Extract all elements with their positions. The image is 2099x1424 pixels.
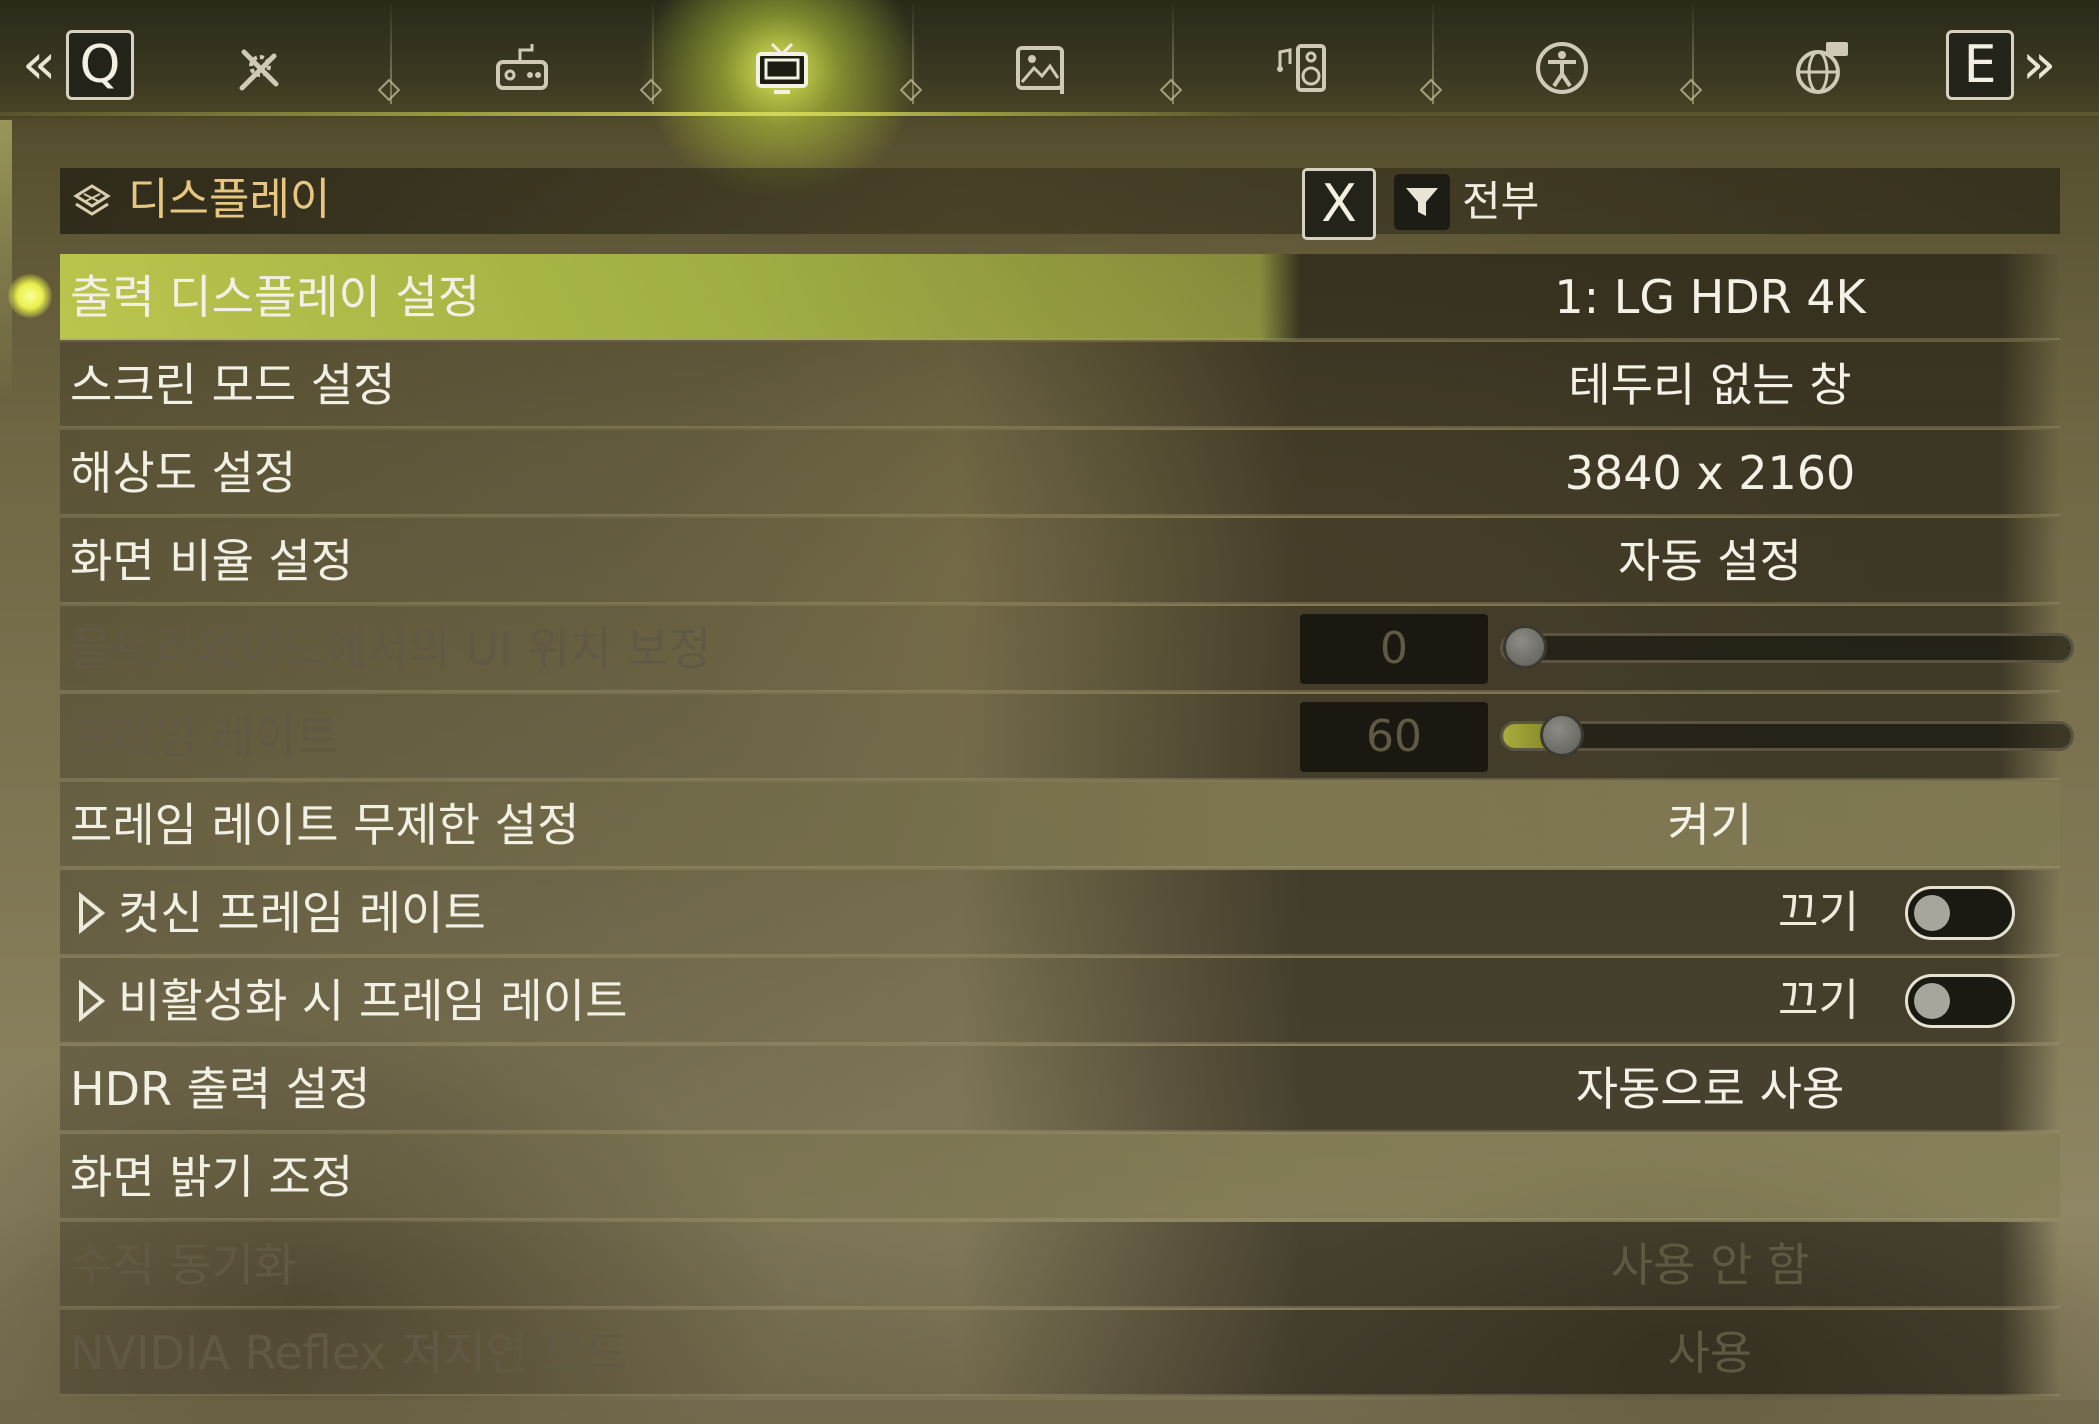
setting-label: HDR 출력 설정 — [70, 1062, 371, 1116]
setting-row-cutscene-frame-rate[interactable]: 컷신 프레임 레이트 끄기 — [60, 870, 2060, 956]
setting-value[interactable]: 사용 — [1350, 1310, 2070, 1396]
setting-label: 수직 동기화 — [70, 1238, 297, 1292]
setting-row-unlimited-frame-rate[interactable]: 프레임 레이트 무제한 설정 켜기 — [60, 782, 2060, 868]
toggle-knob — [1914, 983, 1950, 1019]
setting-value[interactable]: 사용 안 함 — [1350, 1222, 2070, 1308]
slider-value-box: 0 — [1300, 614, 1488, 684]
next-tab-chevron-icon[interactable]: » — [2022, 30, 2056, 100]
layers-icon — [73, 184, 111, 216]
setting-label: NVIDIA Reflex 저지연 모드 — [70, 1326, 628, 1380]
setting-row-brightness[interactable]: 화면 밝기 조정 — [60, 1134, 2060, 1220]
setting-value[interactable]: 테두리 없는 창 — [1350, 342, 2070, 428]
toggle-state-label: 끄기 — [1778, 887, 1859, 938]
setting-value[interactable]: 켜기 — [1350, 782, 2070, 868]
setting-row-aspect-ratio[interactable]: 화면 비율 설정 자동 설정 — [60, 518, 2060, 604]
selection-cursor-icon — [8, 274, 52, 318]
slider-knob[interactable] — [1503, 625, 1547, 669]
tab-divider — [1432, 0, 1434, 104]
setting-label: 출력 디스플레이 설정 — [70, 270, 481, 324]
tab-display[interactable] — [750, 36, 814, 100]
sub-setting-arrow-icon — [79, 980, 106, 1022]
tab-controls[interactable] — [490, 36, 554, 100]
tab-graphics[interactable] — [1010, 36, 1074, 100]
setting-value[interactable]: 자동 설정 — [1350, 518, 2070, 604]
tab-accessibility[interactable] — [1530, 36, 1594, 100]
tab-sound[interactable] — [1270, 36, 1334, 100]
slider-knob[interactable] — [1539, 713, 1584, 757]
setting-label: 화면 비율 설정 — [70, 534, 354, 588]
tools-icon — [239, 49, 279, 91]
tab-game-settings[interactable] — [228, 36, 292, 100]
tab-network[interactable] — [1790, 36, 1854, 100]
setting-label: 비활성화 시 프레임 레이트 — [118, 974, 628, 1028]
setting-label: 화면 밝기 조정 — [70, 1150, 354, 1204]
prev-tab-chevron-icon[interactable]: « — [22, 30, 56, 100]
setting-label: 컷신 프레임 레이트 — [118, 886, 486, 940]
setting-row-screen-mode[interactable]: 스크린 모드 설정 테두리 없는 창 — [60, 342, 2060, 428]
next-tab-key[interactable]: E — [1946, 30, 2014, 100]
setting-value[interactable]: 1: LG HDR 4K — [1350, 254, 2070, 340]
category-title: 디스플레이 — [128, 174, 331, 225]
setting-label: 해상도 설정 — [70, 446, 297, 500]
tab-bar-edge — [0, 112, 2099, 116]
speaker-music-icon — [1277, 44, 1326, 92]
slider-value-box: 60 — [1300, 702, 1488, 772]
setting-row-inactive-frame-rate[interactable]: 비활성화 시 프레임 레이트 끄기 — [60, 958, 2060, 1044]
image-brush-icon — [1016, 46, 1064, 94]
setting-row-hdr-output[interactable]: HDR 출력 설정 자동으로 사용 — [60, 1046, 2060, 1132]
toggle-knob — [1914, 895, 1950, 931]
filter-label[interactable]: 전부 — [1462, 174, 1539, 230]
prev-tab-key[interactable]: Q — [66, 30, 134, 100]
filter-icon — [1406, 188, 1438, 216]
left-edge-ornament — [0, 120, 12, 400]
setting-row-nvidia-reflex[interactable]: NVIDIA Reflex 저지연 모드 사용 — [60, 1310, 2060, 1396]
setting-row-frame-rate[interactable]: 프레임 레이트 60 — [60, 694, 2074, 780]
display-tv-icon — [756, 42, 808, 94]
setting-label: 프레임 레이트 무제한 설정 — [70, 798, 580, 852]
tab-divider — [652, 0, 654, 104]
tab-divider — [912, 0, 914, 104]
ultrawide-ui-slider[interactable] — [1500, 625, 2074, 669]
next-row-peek — [0, 1400, 2099, 1424]
setting-label: 울트라와이드에서의 UI 위치 보정 — [70, 622, 712, 676]
setting-value[interactable]: 자동으로 사용 — [1350, 1046, 2070, 1132]
sub-setting-arrow-icon — [79, 892, 106, 934]
reset-key-button[interactable]: X — [1302, 168, 1376, 240]
category-header — [60, 168, 2060, 234]
top-tab-bar: « Q E » — [0, 0, 2099, 200]
setting-row-vsync[interactable]: 수직 동기화 사용 안 함 — [60, 1222, 2060, 1308]
globe-network-icon — [1796, 42, 1848, 94]
filter-button[interactable] — [1394, 174, 1450, 230]
setting-row-ultrawide-ui[interactable]: 울트라와이드에서의 UI 위치 보정 0 — [60, 606, 2074, 692]
setting-label: 프레임 레이트 — [70, 710, 339, 764]
tab-divider — [1172, 0, 1174, 104]
gamepad-icon — [496, 44, 548, 90]
setting-value[interactable]: 3840 x 2160 — [1350, 430, 2070, 516]
accessibility-icon — [1536, 42, 1588, 94]
tab-divider — [1692, 0, 1694, 104]
inactive-frame-rate-toggle[interactable] — [1905, 974, 2015, 1028]
setting-label: 스크린 모드 설정 — [70, 358, 396, 412]
cutscene-frame-rate-toggle[interactable] — [1905, 886, 2015, 940]
tab-divider — [390, 0, 392, 104]
toggle-state-label: 끄기 — [1778, 975, 1859, 1026]
frame-rate-slider[interactable] — [1500, 713, 2074, 757]
setting-row-output-display[interactable]: 출력 디스플레이 설정 1: LG HDR 4K — [60, 254, 2060, 340]
setting-row-resolution[interactable]: 해상도 설정 3840 x 2160 — [60, 430, 2060, 516]
